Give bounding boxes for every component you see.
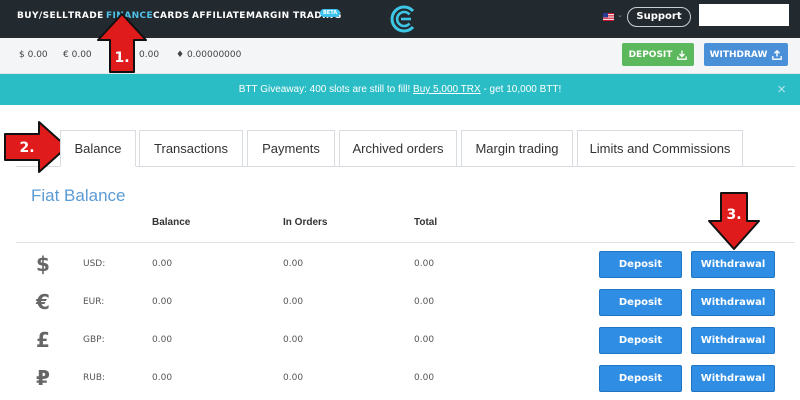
usd-balance: $ 0.00 [19, 50, 48, 60]
balance-value: 0.00 [152, 335, 173, 345]
column-header-total: Total [414, 217, 438, 228]
total-value: 0.00 [414, 259, 435, 269]
column-header-in-orders: In Orders [283, 217, 328, 228]
beta-badge: BETA [320, 9, 341, 17]
balance-value: 0.00 [152, 259, 173, 269]
annotation-label-1: 1. [114, 50, 129, 66]
in-orders-value: 0.00 [283, 373, 304, 383]
annotation-label-2: 2. [19, 140, 34, 156]
deposit-button-usd[interactable]: Deposit [599, 251, 682, 278]
chevron-down-icon[interactable]: ⌄ [617, 11, 623, 19]
nav-affiliate[interactable]: AFFILIATE [192, 11, 246, 21]
close-icon[interactable]: × [777, 74, 786, 105]
euro-icon: € [36, 290, 50, 314]
in-orders-value: 0.00 [283, 297, 304, 307]
withdrawal-button-rub[interactable]: Withdrawal [691, 365, 775, 392]
us-flag-icon[interactable] [603, 13, 614, 21]
section-title: Fiat Balance [31, 186, 126, 205]
banner-text: BTT Giveaway: 400 slots are still to fil… [238, 84, 414, 95]
currency-label: RUB: [83, 373, 106, 383]
in-orders-value: 0.00 [283, 259, 304, 269]
currency-label: GBP: [83, 335, 105, 345]
table-row: ₽ RUB: 0.00 0.00 0.00 Deposit Withdrawal [16, 358, 795, 396]
balance-value: 0.00 [152, 373, 173, 383]
annotation-label-3: 3. [726, 207, 741, 223]
nav-buy-sell[interactable]: BUY/SELL [17, 11, 68, 21]
annotation-arrow-down: 3. [708, 192, 760, 250]
table-divider [16, 242, 795, 243]
deposit-button-gbp[interactable]: Deposit [599, 327, 682, 354]
tab-limits-and-commissions[interactable]: Limits and Commissions [577, 130, 743, 167]
nav-cards[interactable]: CARDS [153, 11, 189, 21]
withdrawal-button-gbp[interactable]: Withdrawal [691, 327, 775, 354]
dollar-icon: $ [36, 252, 50, 276]
download-icon [677, 50, 688, 60]
withdraw-button[interactable]: WITHDRAW [704, 43, 788, 66]
support-button[interactable]: Support [627, 7, 691, 27]
tab-archived-orders[interactable]: Archived orders [339, 130, 457, 167]
crypto-balance: ♦ 0.00000000 [176, 50, 242, 60]
balance-value: 0.00 [152, 297, 173, 307]
withdrawal-button-eur[interactable]: Withdrawal [691, 289, 775, 316]
withdrawal-button-usd[interactable]: Withdrawal [691, 251, 775, 278]
cex-logo-icon[interactable] [390, 5, 418, 33]
tab-payments[interactable]: Payments [247, 130, 335, 167]
total-value: 0.00 [414, 373, 435, 383]
total-value: 0.00 [414, 297, 435, 307]
table-row: $ USD: 0.00 0.00 0.00 Deposit Withdrawal [16, 244, 795, 282]
deposit-button-eur[interactable]: Deposit [599, 289, 682, 316]
deposit-button[interactable]: DEPOSIT [622, 43, 694, 66]
pound-icon: £ [36, 328, 50, 352]
table-row: € EUR: 0.00 0.00 0.00 Deposit Withdrawal [16, 282, 795, 320]
tab-balance[interactable]: Balance [60, 130, 136, 167]
banner-link[interactable]: Buy 5,000 TRX [413, 84, 481, 95]
deposit-label: DEPOSIT [628, 49, 673, 60]
deposit-button-rub[interactable]: Deposit [599, 365, 682, 392]
tab-margin-trading[interactable]: Margin trading [461, 130, 573, 167]
search-input[interactable] [699, 4, 789, 26]
annotation-arrow-up: 1. [97, 13, 147, 73]
promo-banner: BTT Giveaway: 400 slots are still to fil… [0, 74, 800, 105]
banner-text-end: - get 10,000 BTT! [480, 84, 562, 95]
column-header-balance: Balance [152, 217, 191, 228]
total-value: 0.00 [414, 335, 435, 345]
table-row: £ GBP: 0.00 0.00 0.00 Deposit Withdrawal [16, 320, 795, 358]
currency-label: USD: [83, 259, 106, 269]
withdraw-label: WITHDRAW [709, 49, 768, 60]
ruble-icon: ₽ [36, 366, 50, 390]
in-orders-value: 0.00 [283, 335, 304, 345]
tab-transactions[interactable]: Transactions [139, 130, 243, 167]
eur-balance: € 0.00 [63, 50, 92, 60]
currency-label: EUR: [83, 297, 105, 307]
upload-icon [772, 49, 783, 60]
